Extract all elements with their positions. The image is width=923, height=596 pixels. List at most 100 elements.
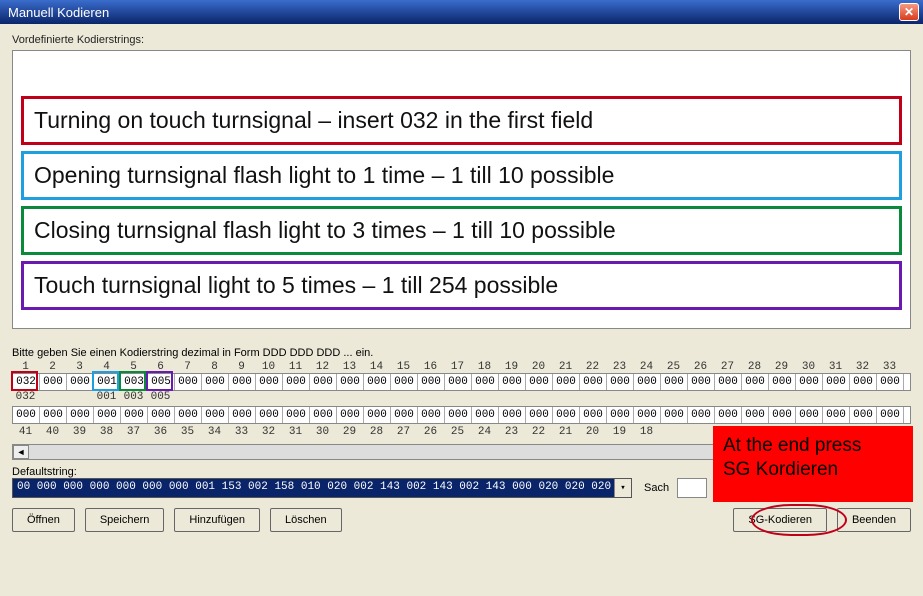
- ruler-cell: 31: [822, 361, 849, 373]
- default-echo-cell: [768, 391, 795, 403]
- default-echo-cell: [174, 391, 201, 403]
- code-row-1-wrap: 0320000000010030050000000000000000000000…: [12, 373, 911, 391]
- ruler-cell: 22: [579, 361, 606, 373]
- default-echo-cell: [201, 391, 228, 403]
- code-cell: 000: [823, 374, 850, 390]
- ruler-cell: 10: [255, 361, 282, 373]
- input-prompt: Bitte geben Sie einen Kodierstring dezim…: [12, 347, 911, 359]
- delete-button[interactable]: Löschen: [270, 508, 342, 532]
- default-echo-cell: [795, 391, 822, 403]
- code-cell: 000: [769, 374, 796, 390]
- code-cell: 000: [391, 374, 418, 390]
- code-cell: 032: [13, 374, 40, 390]
- end-button[interactable]: Beenden: [837, 508, 911, 532]
- code-row-2[interactable]: 0000000000000000000000000000000000000000…: [12, 406, 911, 424]
- code-cell: 000: [526, 374, 553, 390]
- sgkodieren-button[interactable]: SG-Kodieren: [733, 508, 827, 532]
- ruler-cell: 11: [282, 361, 309, 373]
- code-cell: 000: [13, 407, 40, 423]
- callout-box: At the end press SG Kordieren: [713, 426, 913, 502]
- default-echo-cell: 032: [12, 391, 39, 403]
- code-cell: 000: [499, 407, 526, 423]
- code-cell: 000: [607, 407, 634, 423]
- code-cell: 000: [715, 374, 742, 390]
- instruction-2: Opening turnsignal flash light to 1 time…: [21, 151, 902, 200]
- code-cell: 000: [175, 374, 202, 390]
- code-row-1[interactable]: 0320000000010030050000000000000000000000…: [12, 373, 911, 391]
- code-cell: 000: [850, 374, 877, 390]
- code-cell: 000: [364, 374, 391, 390]
- code-cell: 000: [580, 374, 607, 390]
- sach-input[interactable]: [677, 478, 707, 498]
- code-cell: 000: [526, 407, 553, 423]
- code-cell: 000: [634, 374, 661, 390]
- scroll-left-button[interactable]: ◄: [13, 445, 29, 459]
- ruler-cell: 39: [66, 426, 93, 438]
- code-cell: 000: [742, 374, 769, 390]
- default-echo-cell: [633, 391, 660, 403]
- defaultstring-label: Defaultstring:: [12, 466, 77, 478]
- ruler-cell: 18: [633, 426, 660, 438]
- code-cell: 000: [445, 407, 472, 423]
- ruler-cell: 17: [444, 361, 471, 373]
- ruler-cell: 38: [93, 426, 120, 438]
- add-button[interactable]: Hinzufügen: [174, 508, 260, 532]
- code-cell: 000: [256, 374, 283, 390]
- ruler-cell: 24: [633, 361, 660, 373]
- default-echo-cell: [741, 391, 768, 403]
- save-button[interactable]: Speichern: [85, 508, 165, 532]
- ruler-cell: 15: [390, 361, 417, 373]
- code-cell: 000: [877, 407, 904, 423]
- ruler-cell: 40: [39, 426, 66, 438]
- code-cell: 000: [607, 374, 634, 390]
- default-echo-cell: [606, 391, 633, 403]
- code-cell: 000: [310, 374, 337, 390]
- open-button[interactable]: Öffnen: [12, 508, 75, 532]
- code-cell: 000: [40, 374, 67, 390]
- callout-line-1: At the end press: [723, 434, 903, 458]
- default-echo-cell: [39, 391, 66, 403]
- code-cell: 000: [283, 407, 310, 423]
- ruler-cell: 37: [120, 426, 147, 438]
- ruler-cell: 3: [66, 361, 93, 373]
- ruler-cell: 8: [201, 361, 228, 373]
- default-echo-cell: [471, 391, 498, 403]
- ruler-cell: 33: [228, 426, 255, 438]
- chevron-down-icon: ▾: [614, 479, 631, 497]
- ruler-top: 1234567891011121314151617181920212223242…: [12, 361, 911, 373]
- client-area: Vordefinierte Kodierstrings: Turning on …: [0, 24, 923, 540]
- ruler-cell: 13: [336, 361, 363, 373]
- ruler-cell: 14: [363, 361, 390, 373]
- ruler-cell: 32: [849, 361, 876, 373]
- default-echo-cell: [579, 391, 606, 403]
- code-cell: 003: [121, 374, 148, 390]
- instruction-1: Turning on touch turnsignal – insert 032…: [21, 96, 902, 145]
- code-cell: 000: [418, 407, 445, 423]
- defaultstring-select[interactable]: 00 000 000 000 000 000 000 001 153 002 1…: [12, 478, 632, 498]
- ruler-cell: 6: [147, 361, 174, 373]
- ruler-cell: 24: [471, 426, 498, 438]
- code-cell: 000: [688, 374, 715, 390]
- ruler-cell: 30: [795, 361, 822, 373]
- code-cell: 000: [472, 407, 499, 423]
- code-cell: 000: [202, 374, 229, 390]
- default-echo-cell: [876, 391, 903, 403]
- default-echo-cell: [444, 391, 471, 403]
- code-cell: 005: [148, 374, 175, 390]
- code-cell: 000: [553, 374, 580, 390]
- ruler-cell: 19: [498, 361, 525, 373]
- code-cell: 000: [553, 407, 580, 423]
- close-button[interactable]: ✕: [899, 3, 919, 21]
- code-cell: 000: [661, 374, 688, 390]
- default-echo-cell: [390, 391, 417, 403]
- code-cell: 000: [742, 407, 769, 423]
- code-cell: 000: [283, 374, 310, 390]
- instruction-panel: Turning on touch turnsignal – insert 032…: [12, 86, 911, 329]
- default-echo-cell: [687, 391, 714, 403]
- code-cell: 000: [364, 407, 391, 423]
- predefined-textarea[interactable]: [12, 50, 911, 86]
- code-cell: 000: [472, 374, 499, 390]
- ruler-cell: 21: [552, 426, 579, 438]
- ruler-cell: 29: [336, 426, 363, 438]
- default-echo-cell: [66, 391, 93, 403]
